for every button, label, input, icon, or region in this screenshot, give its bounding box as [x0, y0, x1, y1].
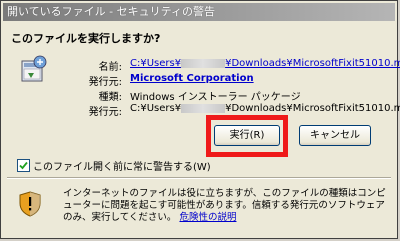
publisher-label: 発行元:: [88, 77, 122, 88]
security-warning-dialog: 開いているファイル - セキュリティの警告 このファイルを実行しますか? 名前:…: [0, 0, 400, 239]
divider: [7, 177, 391, 179]
always-warn-checkbox[interactable]: [17, 159, 30, 172]
cancel-button[interactable]: キャンセル: [299, 125, 371, 146]
window-title: 開いているファイル - セキュリティの警告: [7, 5, 215, 18]
always-warn-checkbox-row[interactable]: このファイル開く前に常に警告する(W): [17, 158, 211, 173]
redacted-username: [181, 58, 226, 68]
name-label: 名前:: [98, 62, 122, 73]
security-shield-icon: [19, 191, 41, 217]
from-suffix: ¥Downloads¥MicrosoftFixit51010.msi: [225, 103, 400, 114]
file-name-prefix: C:¥Users¥: [130, 58, 182, 69]
installer-package-icon: [21, 55, 47, 82]
redacted-username: [181, 103, 226, 113]
warning-message: インターネットのファイルは役に立ちますが、このファイルの種類はコンピューターに問…: [63, 188, 388, 224]
file-name-link[interactable]: C:¥Users¥ ¥Downloads¥MicrosoftFixit51010.…: [130, 58, 400, 69]
publisher-link[interactable]: Microsoft Corporation: [130, 73, 254, 84]
run-question: このファイルを実行しますか?: [11, 32, 161, 45]
check-mark-icon: [19, 161, 28, 170]
from-label: 発行元:: [88, 107, 122, 118]
title-bar[interactable]: 開いているファイル - セキュリティの警告: [3, 3, 395, 21]
from-prefix: C:¥Users¥: [130, 103, 182, 114]
file-name-suffix: ¥Downloads¥MicrosoftFixit51010.msi: [225, 58, 400, 69]
red-highlight-box: [206, 115, 288, 157]
type-label: 種類:: [98, 92, 122, 103]
risk-explanation-link[interactable]: 危険性の説明: [179, 212, 236, 223]
from-value: C:¥Users¥ ¥Downloads¥MicrosoftFixit51010.…: [130, 103, 400, 114]
always-warn-label: このファイル開く前に常に警告する(W): [33, 162, 211, 173]
type-value: Windows インストーラー パッケージ: [130, 92, 301, 103]
